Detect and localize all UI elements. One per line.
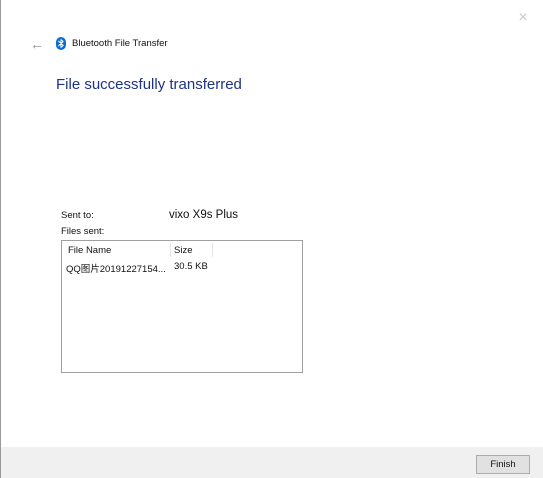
column-divider[interactable] xyxy=(212,243,213,257)
file-name-cell: QQ图片20191227154... xyxy=(66,264,166,275)
file-size-cell: 30.5 KB xyxy=(174,261,208,272)
close-icon[interactable]: × xyxy=(515,10,531,26)
page-title: File successfully transferred xyxy=(56,76,242,93)
back-arrow-icon[interactable]: ← xyxy=(29,36,45,52)
finish-button[interactable]: Finish xyxy=(476,455,530,474)
files-sent-label: Files sent: xyxy=(61,226,105,237)
column-divider[interactable] xyxy=(170,243,171,257)
list-item[interactable]: QQ图片20191227154... 30.5 KB xyxy=(62,261,302,275)
list-header: File Name Size xyxy=(62,241,302,259)
column-header-size[interactable]: Size xyxy=(174,245,192,256)
column-header-file-name[interactable]: File Name xyxy=(68,245,111,256)
sent-to-device: vixo X9s Plus xyxy=(169,209,239,221)
files-sent-list[interactable]: File Name Size QQ图片20191227154... 30.5 K… xyxy=(61,240,303,373)
bluetooth-transfer-window: × ← Bluetooth File Transfer File success… xyxy=(0,0,543,478)
sent-to-label: Sent to: xyxy=(61,210,94,221)
bluetooth-icon xyxy=(56,37,66,50)
footer-bar: Finish xyxy=(1,447,543,478)
window-title: Bluetooth File Transfer xyxy=(72,38,168,49)
window-title-row: Bluetooth File Transfer xyxy=(56,37,168,50)
